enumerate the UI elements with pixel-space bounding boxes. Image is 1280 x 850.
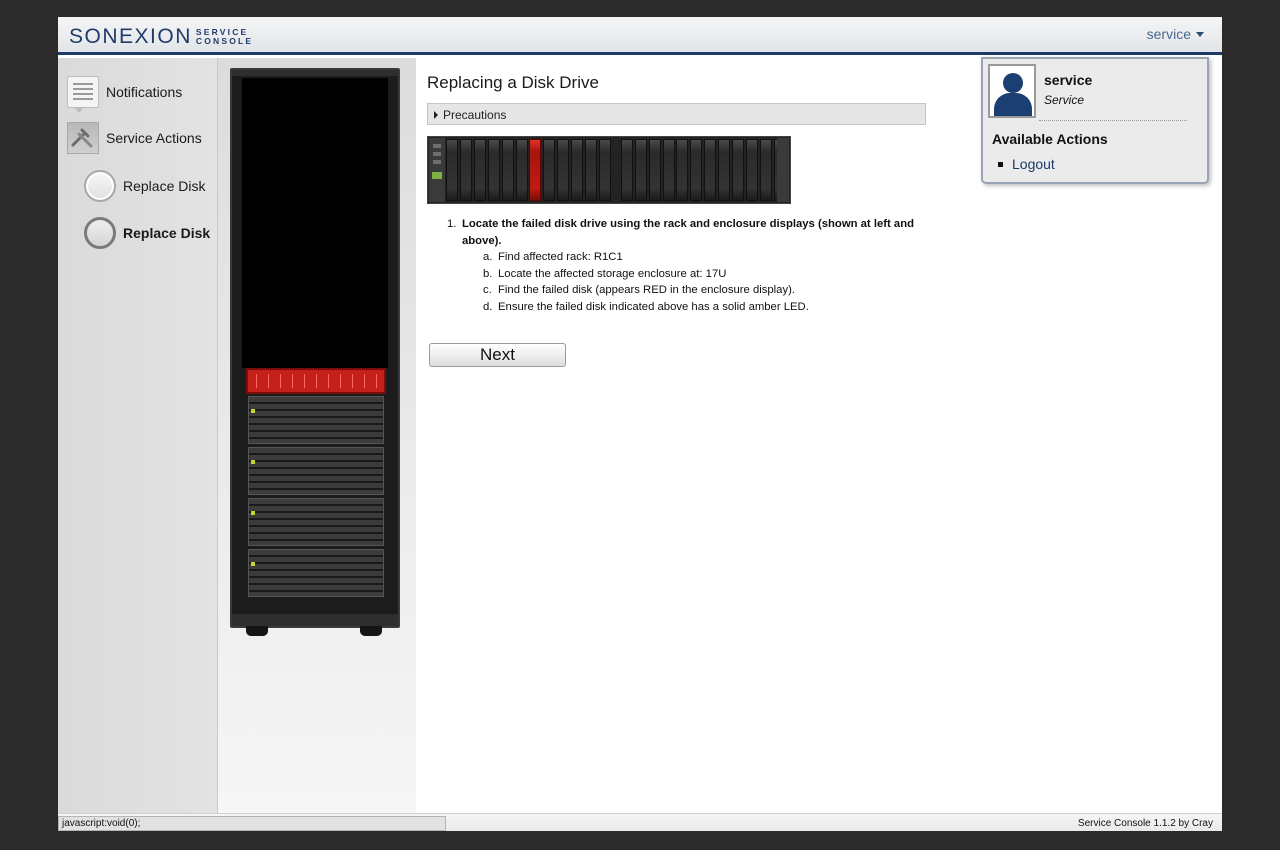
rack-enclosure bbox=[248, 396, 384, 444]
substep-text: Ensure the failed disk indicated above h… bbox=[498, 300, 809, 313]
service-console-window: SONEXION SERVICE CONSOLE service Notific… bbox=[58, 17, 1222, 831]
disk-bay bbox=[585, 139, 597, 201]
disk-bay bbox=[759, 139, 772, 201]
nav-label-notifications: Notifications bbox=[106, 84, 183, 100]
disk-bay bbox=[515, 139, 528, 201]
step-number: 1. bbox=[447, 218, 457, 230]
enclosure-control-panel bbox=[429, 138, 445, 202]
version-label: Service Console 1.1.2 by Cray bbox=[1077, 818, 1213, 829]
expand-triangle-icon bbox=[434, 111, 438, 119]
logout-link[interactable]: Logout bbox=[998, 156, 1055, 172]
substep-text: Find the failed disk (appears RED in the… bbox=[498, 284, 796, 296]
nav-label-replace-disk: Replace Disk bbox=[123, 178, 206, 194]
popup-divider bbox=[1039, 120, 1187, 121]
step-circle-active-icon bbox=[84, 217, 116, 249]
popup-user-name: service bbox=[1044, 72, 1093, 88]
nav-item-notifications[interactable]: Notifications bbox=[67, 76, 183, 113]
step-circle-icon bbox=[84, 170, 116, 202]
nav-label-replace-disk-active: Replace Disk bbox=[123, 225, 211, 241]
substep: a. Find affected rack: R1C1 bbox=[483, 249, 937, 266]
nav-item-replace-disk-active[interactable]: Replace Disk bbox=[84, 217, 210, 249]
disk-bay bbox=[473, 139, 486, 201]
substep-text: Find affected rack: R1C1 bbox=[498, 251, 623, 263]
nav-item-replace-disk[interactable]: Replace Disk bbox=[84, 170, 205, 202]
left-nav: Notifications Service Actions Replace Di… bbox=[58, 58, 218, 813]
logout-label: Logout bbox=[1012, 156, 1055, 172]
rack-wheel bbox=[360, 626, 382, 636]
instruction-steps: 1. Locate the failed disk drive using th… bbox=[447, 216, 937, 315]
next-button[interactable]: Next bbox=[429, 343, 566, 367]
tools-icon bbox=[67, 122, 99, 154]
rack-base bbox=[232, 614, 398, 636]
disk-bay bbox=[459, 139, 472, 201]
disk-bay bbox=[690, 139, 703, 201]
enclosure-end-panel bbox=[777, 138, 789, 202]
disk-bay bbox=[704, 139, 717, 201]
available-actions-heading: Available Actions bbox=[992, 131, 1108, 147]
rack-failed-enclosure bbox=[246, 368, 386, 394]
disk-bay bbox=[648, 139, 661, 201]
substep: d. Ensure the failed disk indicated abov… bbox=[483, 299, 937, 316]
caret-down-icon bbox=[1196, 31, 1204, 37]
disk-bay bbox=[620, 139, 633, 201]
logo-sub-text: SERVICE CONSOLE bbox=[196, 28, 253, 46]
status-bar: javascript:void(0); Service Console 1.1.… bbox=[58, 813, 1222, 831]
failed-disk-bay bbox=[529, 139, 542, 201]
rack-wheel bbox=[246, 626, 268, 636]
bullet-icon bbox=[998, 161, 1003, 167]
nav-label-service-actions: Service Actions bbox=[106, 130, 202, 146]
user-avatar-icon bbox=[988, 64, 1036, 118]
header-bar: SONEXION SERVICE CONSOLE service bbox=[58, 17, 1222, 55]
disk-bay bbox=[543, 139, 556, 201]
disk-bay bbox=[557, 139, 570, 201]
status-url: javascript:void(0); bbox=[58, 816, 446, 831]
disk-bay bbox=[718, 139, 731, 201]
page-title: Replacing a Disk Drive bbox=[427, 73, 599, 92]
substep-letter: a. bbox=[483, 251, 493, 263]
disk-bay bbox=[598, 139, 611, 201]
substep: b. Locate the affected storage enclosure… bbox=[483, 266, 937, 283]
precautions-toggle[interactable]: Precautions bbox=[427, 103, 926, 125]
rack-diagram bbox=[230, 68, 400, 636]
disk-bay bbox=[662, 139, 675, 201]
disk-bay bbox=[487, 139, 500, 201]
user-menu[interactable]: service bbox=[1147, 26, 1204, 42]
substep: c. Find the failed disk (appears RED in … bbox=[483, 282, 937, 299]
user-menu-label: service bbox=[1146, 26, 1191, 42]
disk-bay bbox=[571, 139, 584, 201]
step-heading: Locate the failed disk drive using the r… bbox=[462, 218, 914, 247]
substep-text: Locate the affected storage enclosure at… bbox=[498, 267, 727, 280]
substep-letter: c. bbox=[483, 284, 492, 296]
precautions-label: Precautions bbox=[443, 108, 507, 122]
rack-empty-space bbox=[242, 78, 388, 368]
disk-bay bbox=[745, 139, 758, 201]
logo-sub-line2: CONSOLE bbox=[195, 36, 254, 46]
nav-item-service-actions[interactable]: Service Actions bbox=[67, 122, 202, 154]
enclosure-display bbox=[427, 136, 791, 204]
rack-enclosure bbox=[248, 498, 384, 546]
rack-enclosure bbox=[248, 549, 384, 597]
disk-bay bbox=[501, 139, 514, 201]
disk-bay bbox=[676, 139, 689, 201]
rack-top bbox=[232, 70, 398, 76]
user-popup: service Service Available Actions Logout bbox=[981, 57, 1209, 184]
disk-bay bbox=[446, 139, 458, 201]
popup-user-role: Service bbox=[1044, 93, 1085, 107]
notifications-list-icon bbox=[67, 76, 99, 113]
main-content: Replacing a Disk Drive Precautions 1. Lo… bbox=[416, 58, 976, 813]
disk-bay bbox=[732, 139, 744, 201]
rack-enclosure bbox=[248, 447, 384, 495]
disk-bay bbox=[634, 139, 647, 201]
sonexion-logo: SONEXION SERVICE CONSOLE bbox=[69, 25, 253, 49]
substep-letter: b. bbox=[483, 267, 493, 280]
rack-panel bbox=[218, 58, 416, 813]
logo-main-text: SONEXION bbox=[69, 25, 192, 48]
substep-letter: d. bbox=[483, 300, 493, 313]
